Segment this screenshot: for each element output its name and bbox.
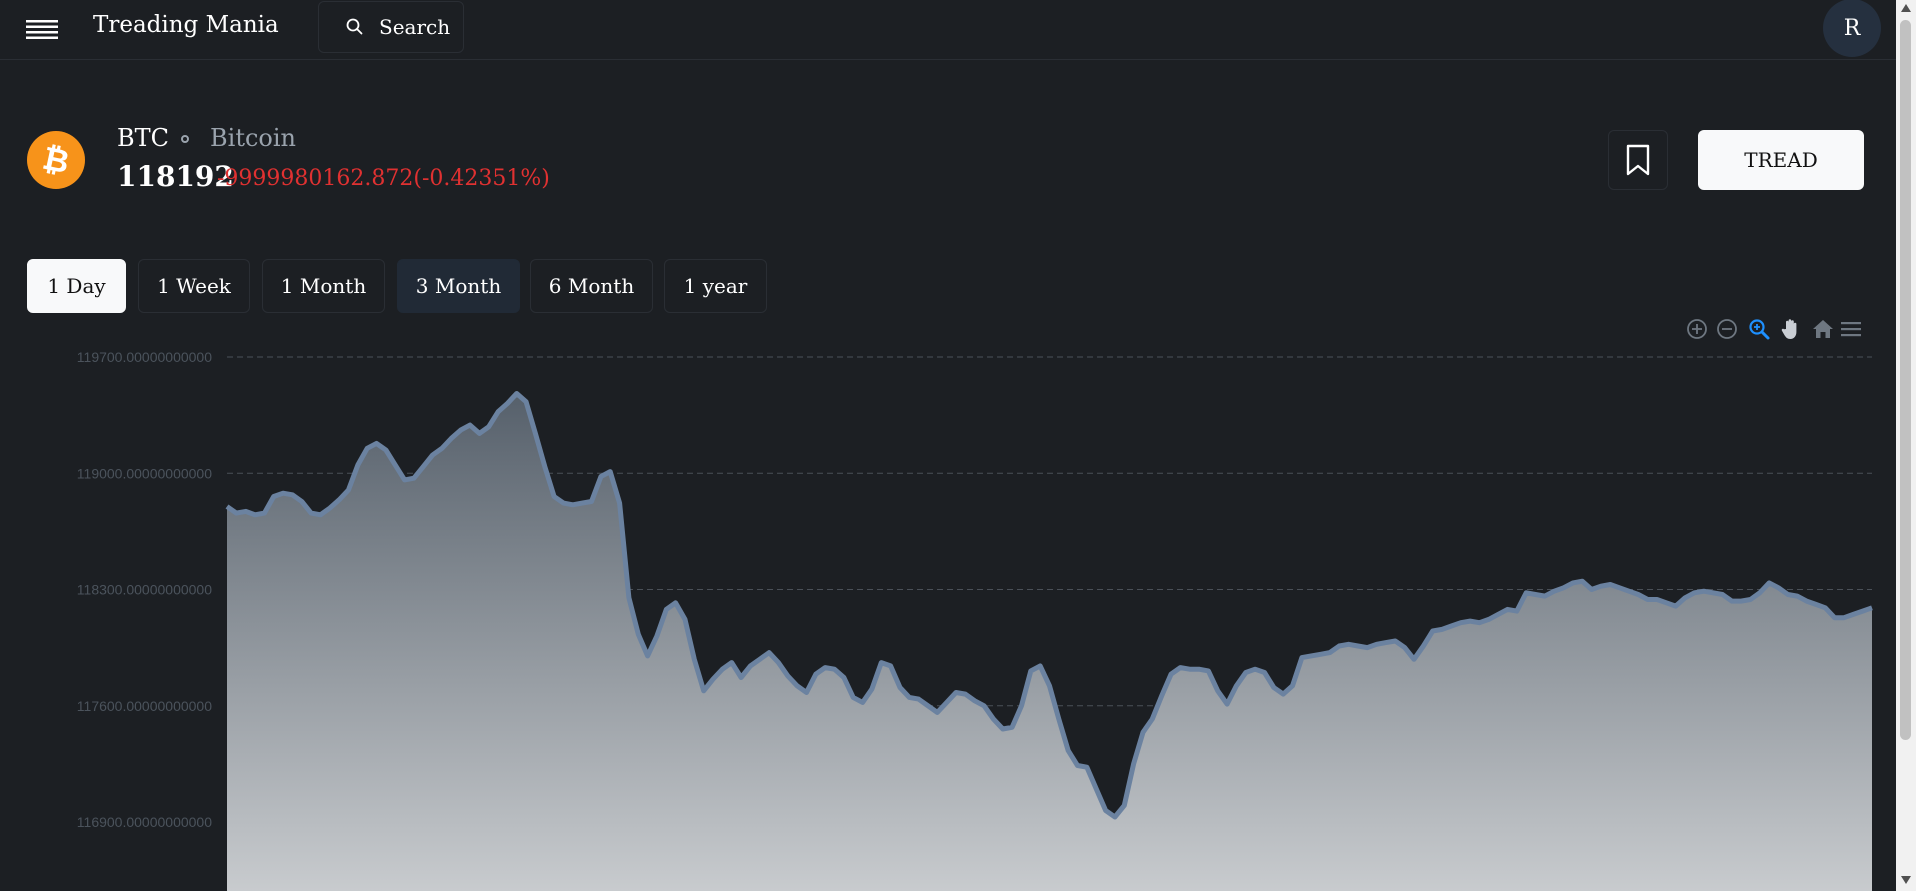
- tab-1-year[interactable]: 1 year: [664, 259, 767, 313]
- search-button[interactable]: Search: [318, 1, 464, 53]
- price-chart[interactable]: 119700.00000000000 119000.00000000000 1183…: [0, 340, 1896, 891]
- scroll-up-arrow-icon[interactable]: [1901, 4, 1911, 12]
- tab-1-day[interactable]: 1 Day: [27, 259, 126, 313]
- coin-name: Bitcoin: [210, 124, 296, 152]
- bitcoin-icon: ₿: [27, 131, 85, 189]
- hamburger-icon[interactable]: [26, 16, 58, 42]
- search-icon: [346, 18, 363, 35]
- selection-zoom-icon[interactable]: [1747, 317, 1771, 341]
- scroll-down-arrow-icon[interactable]: [1901, 876, 1911, 884]
- menu-icon[interactable]: [1839, 317, 1863, 341]
- y-tick-label: 118300.00000000000: [77, 582, 212, 598]
- price-change: -9999980162.872(-0.42351%): [217, 166, 550, 191]
- bookmark-button[interactable]: [1608, 130, 1668, 190]
- search-label: Search: [379, 15, 451, 39]
- y-tick-label: 119000.00000000000: [77, 465, 212, 481]
- y-tick-label: 116900.00000000000: [77, 814, 212, 830]
- top-bar: Treading Mania Search R: [0, 0, 1896, 60]
- app-title[interactable]: Treading Mania: [93, 12, 279, 38]
- reset-home-icon[interactable]: [1811, 317, 1835, 341]
- y-tick-label: 117600.00000000000: [77, 698, 212, 714]
- avatar[interactable]: R: [1823, 0, 1881, 57]
- separator-dot: [181, 135, 189, 143]
- price-area-fill: [227, 393, 1872, 891]
- coin-symbol: BTC: [117, 124, 170, 152]
- zoom-in-icon[interactable]: [1685, 317, 1709, 341]
- tab-3-month[interactable]: 3 Month: [397, 259, 520, 313]
- y-tick-label: 119700.00000000000: [77, 349, 212, 365]
- tab-1-week[interactable]: 1 Week: [138, 259, 250, 313]
- tab-6-month[interactable]: 6 Month: [530, 259, 653, 313]
- bookmark-icon: [1626, 144, 1650, 176]
- trade-button[interactable]: TREAD: [1698, 130, 1864, 190]
- pan-icon[interactable]: [1779, 317, 1803, 341]
- zoom-out-icon[interactable]: [1715, 317, 1739, 341]
- page-scrollbar[interactable]: [1896, 0, 1916, 891]
- tab-1-month[interactable]: 1 Month: [262, 259, 385, 313]
- scrollbar-thumb[interactable]: [1900, 20, 1911, 740]
